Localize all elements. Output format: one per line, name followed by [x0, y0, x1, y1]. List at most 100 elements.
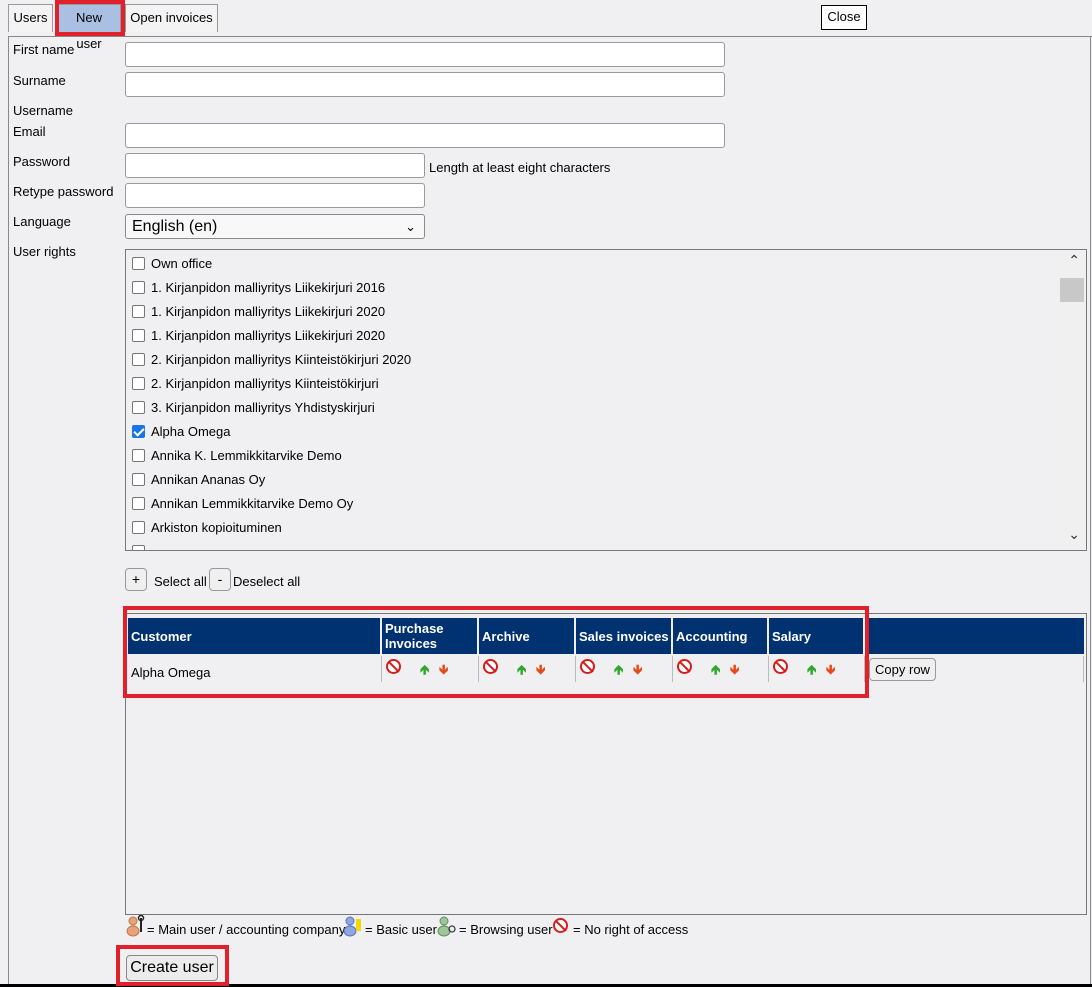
legend-browsing-user: = Browsing user — [459, 922, 553, 937]
user-right-item[interactable]: 1. Kirjanpidon malliyritys Liikekirjuri … — [132, 326, 385, 346]
browsing-user-icon — [437, 916, 456, 937]
language-label: Language — [13, 214, 71, 229]
checkbox[interactable] — [132, 257, 145, 270]
checkbox[interactable] — [132, 377, 145, 390]
language-select-value: English (en) — [132, 218, 218, 235]
user-right-item[interactable]: Alpha Omega — [132, 422, 231, 442]
user-right-item[interactable]: Annika K. Lemmikkitarvike Demo — [132, 446, 342, 466]
main-user-icon — [126, 915, 145, 937]
arrow-up-icon[interactable]: 🡹 — [711, 663, 720, 676]
header-blank — [865, 618, 1084, 654]
checkbox[interactable] — [132, 281, 145, 294]
user-right-label: 2. Kirjanpidon malliyritys Kiinteistökir… — [151, 376, 379, 391]
cell-accounting: 🡹 🡻 — [672, 656, 768, 682]
select-all-button[interactable]: + — [125, 568, 147, 591]
language-select[interactable]: English (en) ⌄ — [125, 214, 425, 239]
header-sales-invoices: Sales invoices — [576, 618, 671, 654]
header-salary: Salary — [769, 618, 863, 654]
no-access-icon — [553, 918, 568, 933]
no-access-icon[interactable] — [483, 659, 498, 674]
user-right-item-partial[interactable] — [132, 542, 151, 550]
arrow-up-icon[interactable]: 🡹 — [420, 663, 429, 676]
legend-no-access: = No right of access — [573, 922, 689, 937]
user-right-label: Annika K. Lemmikkitarvike Demo — [151, 448, 342, 463]
no-access-icon[interactable] — [773, 659, 788, 674]
arrow-up-icon[interactable]: 🡹 — [614, 663, 623, 676]
user-right-item[interactable]: Own office — [132, 254, 212, 274]
user-right-item[interactable]: 3. Kirjanpidon malliyritys Yhdistyskirju… — [132, 398, 375, 418]
user-right-label: 1. Kirjanpidon malliyritys Liikekirjuri … — [151, 280, 386, 295]
email-label: Email — [13, 124, 46, 139]
tab-open-invoices[interactable]: Open invoices — [125, 4, 218, 32]
checkbox[interactable] — [132, 353, 145, 366]
arrow-down-icon[interactable]: 🡻 — [730, 663, 739, 676]
user-right-label: 1. Kirjanpidon malliyritys Liikekirjuri … — [151, 304, 386, 319]
first-name-field[interactable] — [125, 42, 725, 67]
user-right-label: Annikan Ananas Oy — [151, 472, 266, 487]
header-purchase-invoices: Purchase Invoices — [382, 618, 477, 654]
user-right-item[interactable]: Annikan Lemmikkitarvike Demo Oy — [132, 494, 353, 514]
user-right-label: 3. Kirjanpidon malliyritys Yhdistyskirju… — [151, 400, 375, 415]
tab-new-user[interactable]: New user — [57, 4, 121, 51]
tab-users[interactable]: Users — [8, 4, 53, 32]
arrow-up-icon[interactable]: 🡹 — [517, 663, 526, 676]
user-right-item[interactable]: 1. Kirjanpidon malliyritys Liikekirjuri … — [132, 302, 385, 322]
checkbox[interactable] — [132, 449, 145, 462]
user-right-label: Arkiston kopioituminen — [151, 520, 282, 535]
password-field[interactable] — [125, 153, 425, 178]
header-accounting: Accounting — [673, 618, 767, 654]
checkbox[interactable] — [132, 401, 145, 414]
checkbox[interactable] — [132, 497, 145, 510]
no-access-icon[interactable] — [386, 659, 401, 674]
arrow-down-icon[interactable]: 🡻 — [633, 663, 642, 676]
user-right-item[interactable]: 1. Kirjanpidon malliyritys Liikekirjuri … — [132, 278, 385, 298]
no-access-icon[interactable] — [677, 659, 692, 674]
user-right-item[interactable]: 2. Kirjanpidon malliyritys Kiinteistökir… — [132, 374, 379, 394]
username-label: Username — [13, 103, 73, 118]
user-rights-label: User rights — [13, 244, 76, 259]
cell-salary: 🡹 🡻 — [768, 656, 864, 682]
user-right-label: 2. Kirjanpidon malliyritys Kiinteistökir… — [151, 352, 412, 367]
user-right-item[interactable]: Annikan Ananas Oy — [132, 470, 265, 490]
checkbox[interactable] — [132, 473, 145, 486]
chevron-down-icon[interactable]: ⌄ — [1068, 526, 1080, 543]
deselect-all-button[interactable]: - — [209, 568, 231, 591]
checkbox[interactable] — [132, 545, 145, 550]
basic-user-icon — [343, 916, 361, 937]
row-customer-name: Alpha Omega — [131, 665, 211, 680]
panel-left-border — [8, 36, 9, 986]
no-access-icon[interactable] — [580, 659, 595, 674]
user-right-item[interactable]: 2. Kirjanpidon malliyritys Kiinteistökir… — [132, 350, 411, 370]
arrow-down-icon[interactable]: 🡻 — [536, 663, 545, 676]
retype-password-field[interactable] — [125, 183, 425, 208]
cell-archive: 🡹 🡻 — [478, 656, 575, 682]
surname-field[interactable] — [125, 72, 725, 97]
retype-password-label: Retype password — [13, 184, 114, 199]
chevron-down-icon: ⌄ — [405, 219, 416, 234]
checkbox[interactable] — [132, 329, 145, 342]
list-scrollbar[interactable]: ⌃ ⌄ — [1059, 250, 1086, 550]
arrow-down-icon[interactable]: 🡻 — [439, 663, 448, 676]
user-right-label: Alpha Omega — [151, 424, 231, 439]
create-user-button[interactable]: Create user — [126, 955, 218, 981]
cell-purchase-invoices: 🡹 🡻 — [381, 656, 478, 682]
checkbox-checked[interactable] — [132, 425, 145, 438]
surname-label: Surname — [13, 73, 66, 88]
copy-row-button[interactable]: Copy row — [869, 658, 936, 681]
header-archive: Archive — [479, 618, 574, 654]
email-field[interactable] — [125, 123, 725, 148]
chevron-up-icon[interactable]: ⌃ — [1068, 252, 1080, 269]
scrollbar-thumb[interactable] — [1060, 278, 1084, 302]
user-right-label: Own office — [151, 256, 213, 271]
checkbox[interactable] — [132, 305, 145, 318]
legend-main-user: = Main user / accounting company — [147, 922, 346, 937]
password-label: Password — [13, 154, 71, 169]
arrow-down-icon[interactable]: 🡻 — [826, 663, 835, 676]
deselect-all-label: Deselect all — [233, 574, 301, 589]
checkbox[interactable] — [132, 521, 145, 534]
legend-basic-user: = Basic user — [365, 922, 437, 937]
arrow-up-icon[interactable]: 🡹 — [807, 663, 816, 676]
user-right-item[interactable]: Arkiston kopioituminen — [132, 518, 282, 538]
close-button[interactable]: Close — [821, 5, 867, 30]
user-rights-list[interactable]: Own office 1. Kirjanpidon malliyritys Li… — [125, 249, 1087, 551]
